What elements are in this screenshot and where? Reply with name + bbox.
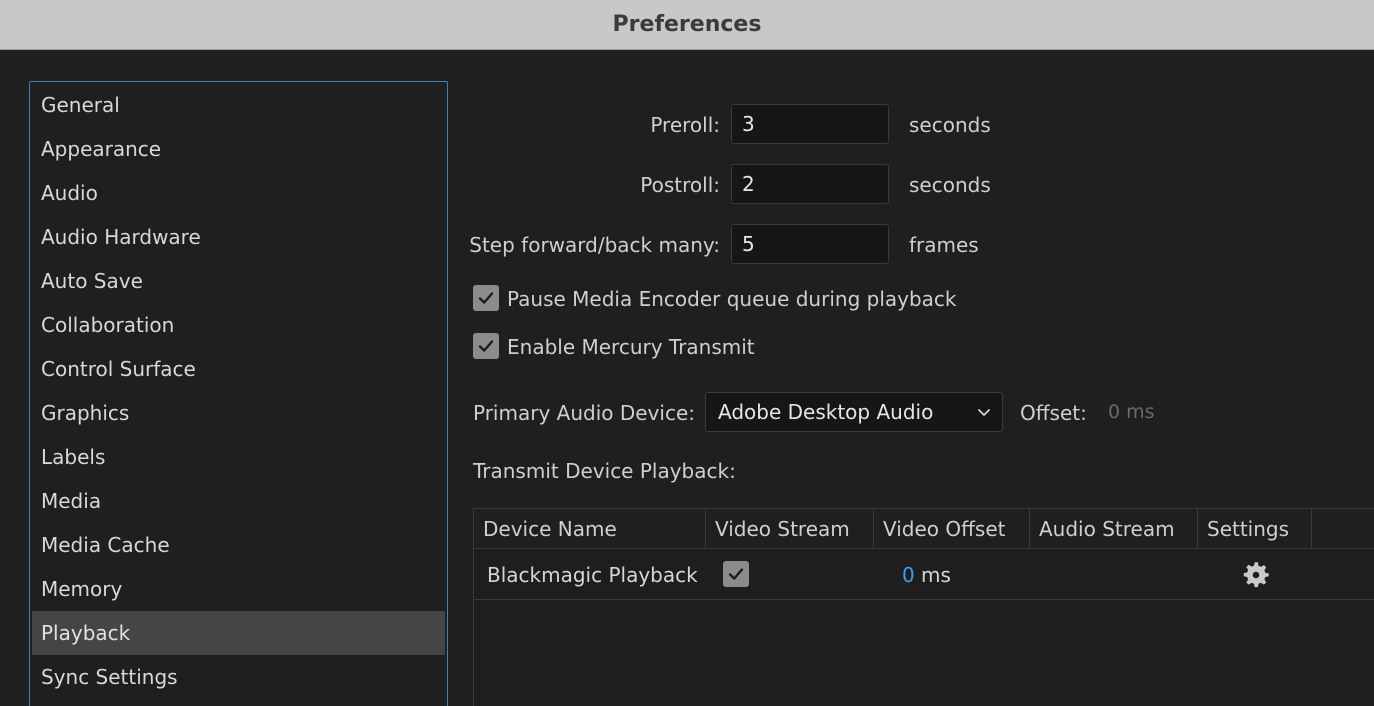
mercury-transmit-checkbox[interactable] <box>473 333 499 359</box>
step-label: Step forward/back many: <box>469 233 720 257</box>
sidebar-item-label: Labels <box>41 445 106 469</box>
column-header-audio-stream[interactable]: Audio Stream <box>1030 509 1198 549</box>
checkmark-icon <box>478 292 494 304</box>
table-header: Device Name Video Stream Video Offset Au… <box>474 509 1374 549</box>
checkmark-icon <box>728 568 744 580</box>
sidebar-item-appearance[interactable]: Appearance <box>32 127 445 171</box>
column-header-video-stream[interactable]: Video Stream <box>706 509 874 549</box>
transmit-device-label: Transmit Device Playback: <box>473 459 736 483</box>
sidebar-item-memory[interactable]: Memory <box>32 567 445 611</box>
sidebar-item-label: Control Surface <box>41 357 196 381</box>
pause-encoder-checkbox[interactable] <box>473 285 499 311</box>
sidebar-item-control-surface[interactable]: Control Surface <box>32 347 445 391</box>
sidebar-item-label: Auto Save <box>41 269 143 293</box>
sidebar-item-label: Collaboration <box>41 313 175 337</box>
sidebar-item-graphics[interactable]: Graphics <box>32 391 445 435</box>
audio-device-value: Adobe Desktop Audio <box>718 400 934 424</box>
sidebar-item-label: Audio <box>41 181 98 205</box>
column-header-video-offset[interactable]: Video Offset <box>874 509 1030 549</box>
postroll-input[interactable]: 2 <box>731 164 889 204</box>
preroll-unit: seconds <box>909 113 991 137</box>
video-offset-unit: ms <box>921 563 951 587</box>
column-header-label: Settings <box>1207 517 1290 541</box>
sidebar-item-label: General <box>41 93 120 117</box>
preroll-label: Preroll: <box>650 113 720 137</box>
sidebar-item-label: Media <box>41 489 102 513</box>
sidebar-item-label: Media Cache <box>41 533 170 557</box>
offset-value[interactable]: 0 ms <box>1108 401 1155 423</box>
audio-device-dropdown[interactable]: Adobe Desktop Audio <box>705 392 1003 432</box>
video-stream-checkbox[interactable] <box>723 561 749 587</box>
sidebar-item-label: Graphics <box>41 401 130 425</box>
mercury-transmit-label: Enable Mercury Transmit <box>507 335 755 359</box>
table-row: Blackmagic Playback 0 ms <box>474 550 1374 600</box>
column-header-label: Audio Stream <box>1039 517 1175 541</box>
preroll-input[interactable]: 3 <box>731 104 889 144</box>
column-header-label: Device Name <box>483 517 617 541</box>
sidebar-item-collaboration[interactable]: Collaboration <box>32 303 445 347</box>
sidebar-item-auto-save[interactable]: Auto Save <box>32 259 445 303</box>
device-name-cell: Blackmagic Playback <box>487 563 698 587</box>
postroll-label: Postroll: <box>640 173 720 197</box>
offset-label: Offset: <box>1020 401 1087 425</box>
sidebar-item-label: Appearance <box>41 137 162 161</box>
sidebar-item-label: Sync Settings <box>41 665 178 689</box>
sidebar-item-audio-hardware[interactable]: Audio Hardware <box>32 215 445 259</box>
column-header-settings[interactable]: Settings <box>1198 509 1312 549</box>
sidebar-item-label: Audio Hardware <box>41 225 201 249</box>
sidebar-item-label: Memory <box>41 577 123 601</box>
sidebar-item-media[interactable]: Media <box>32 479 445 523</box>
preferences-sidebar: General Appearance Audio Audio Hardware … <box>29 81 448 706</box>
transmit-device-table: Device Name Video Stream Video Offset Au… <box>473 508 1374 706</box>
pause-encoder-label: Pause Media Encoder queue during playbac… <box>507 287 957 311</box>
column-header-label: Video Stream <box>715 517 850 541</box>
sidebar-item-general[interactable]: General <box>32 83 445 127</box>
sidebar-item-playback[interactable]: Playback <box>32 611 445 655</box>
sidebar-item-audio[interactable]: Audio <box>32 171 445 215</box>
sidebar-item-label: Playback <box>41 621 131 645</box>
step-input[interactable]: 5 <box>731 224 889 264</box>
step-unit: frames <box>909 233 979 257</box>
gear-icon[interactable] <box>1239 558 1273 592</box>
window-title: Preferences <box>612 12 762 37</box>
sidebar-item-sync-settings[interactable]: Sync Settings <box>32 655 445 699</box>
sidebar-item-media-cache[interactable]: Media Cache <box>32 523 445 567</box>
chevron-down-icon <box>978 409 990 416</box>
sidebar-item-labels[interactable]: Labels <box>32 435 445 479</box>
postroll-unit: seconds <box>909 173 991 197</box>
column-header-label: Video Offset <box>883 517 1006 541</box>
audio-device-label: Primary Audio Device: <box>473 401 695 425</box>
video-offset-value[interactable]: 0 <box>902 550 915 600</box>
column-header-device-name[interactable]: Device Name <box>474 509 706 549</box>
checkmark-icon <box>478 340 494 352</box>
title-bar: Preferences <box>0 0 1374 50</box>
